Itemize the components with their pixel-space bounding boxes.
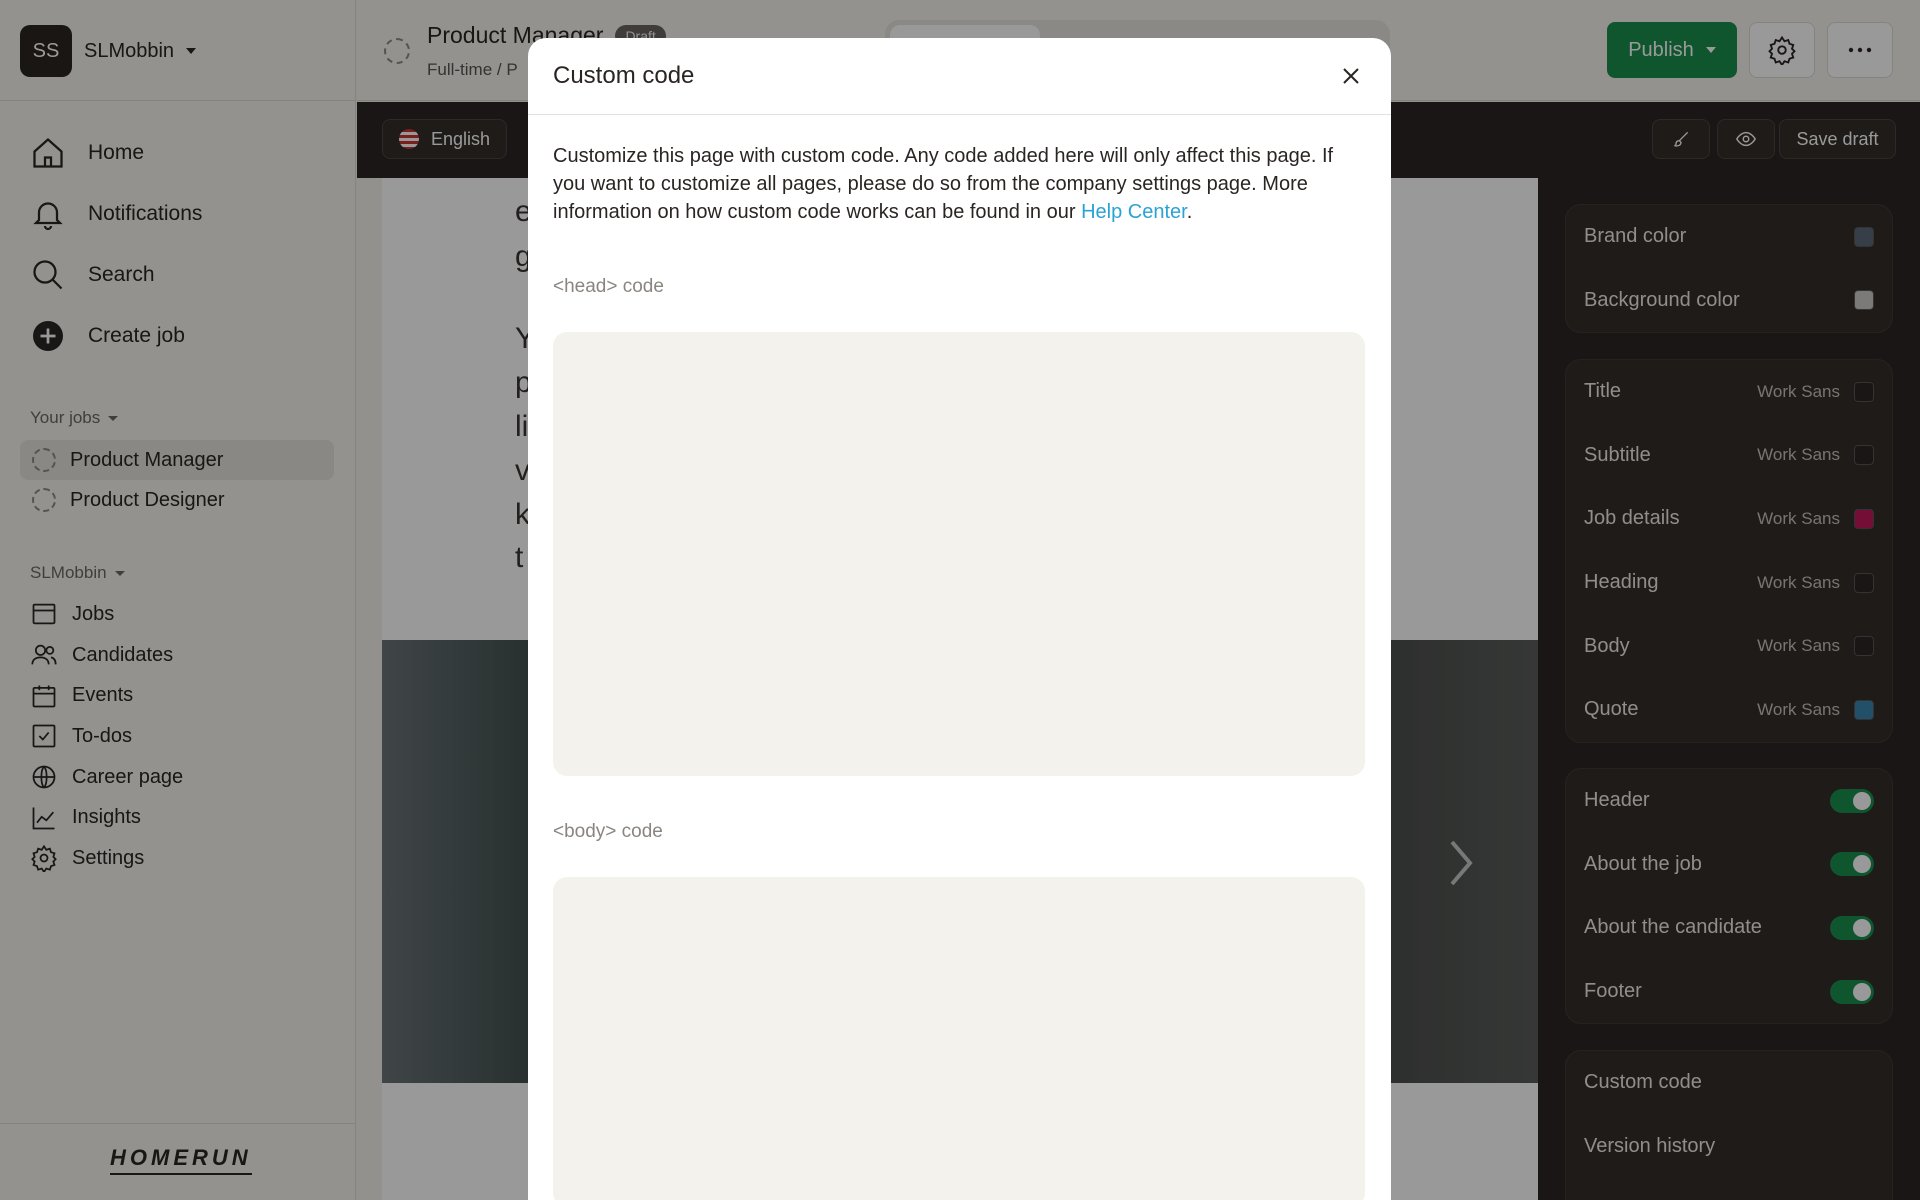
modal-description: Customize this page with custom code. An… <box>528 115 1391 226</box>
custom-code-modal: Custom code Customize this page with cus… <box>528 38 1391 1200</box>
head-code-textarea[interactable] <box>553 332 1365 776</box>
close-button[interactable] <box>1336 61 1366 91</box>
description-period: . <box>1186 201 1193 223</box>
head-code-label: <head> code <box>553 276 664 297</box>
close-icon <box>1343 68 1359 84</box>
description-text: Customize this page with custom code. An… <box>553 145 1334 223</box>
help-center-link[interactable]: Help Center <box>1081 201 1187 223</box>
modal-header: Custom code <box>528 38 1391 115</box>
body-code-label: <body> code <box>553 821 663 842</box>
body-code-textarea[interactable] <box>553 877 1365 1200</box>
modal-title: Custom code <box>553 62 695 89</box>
